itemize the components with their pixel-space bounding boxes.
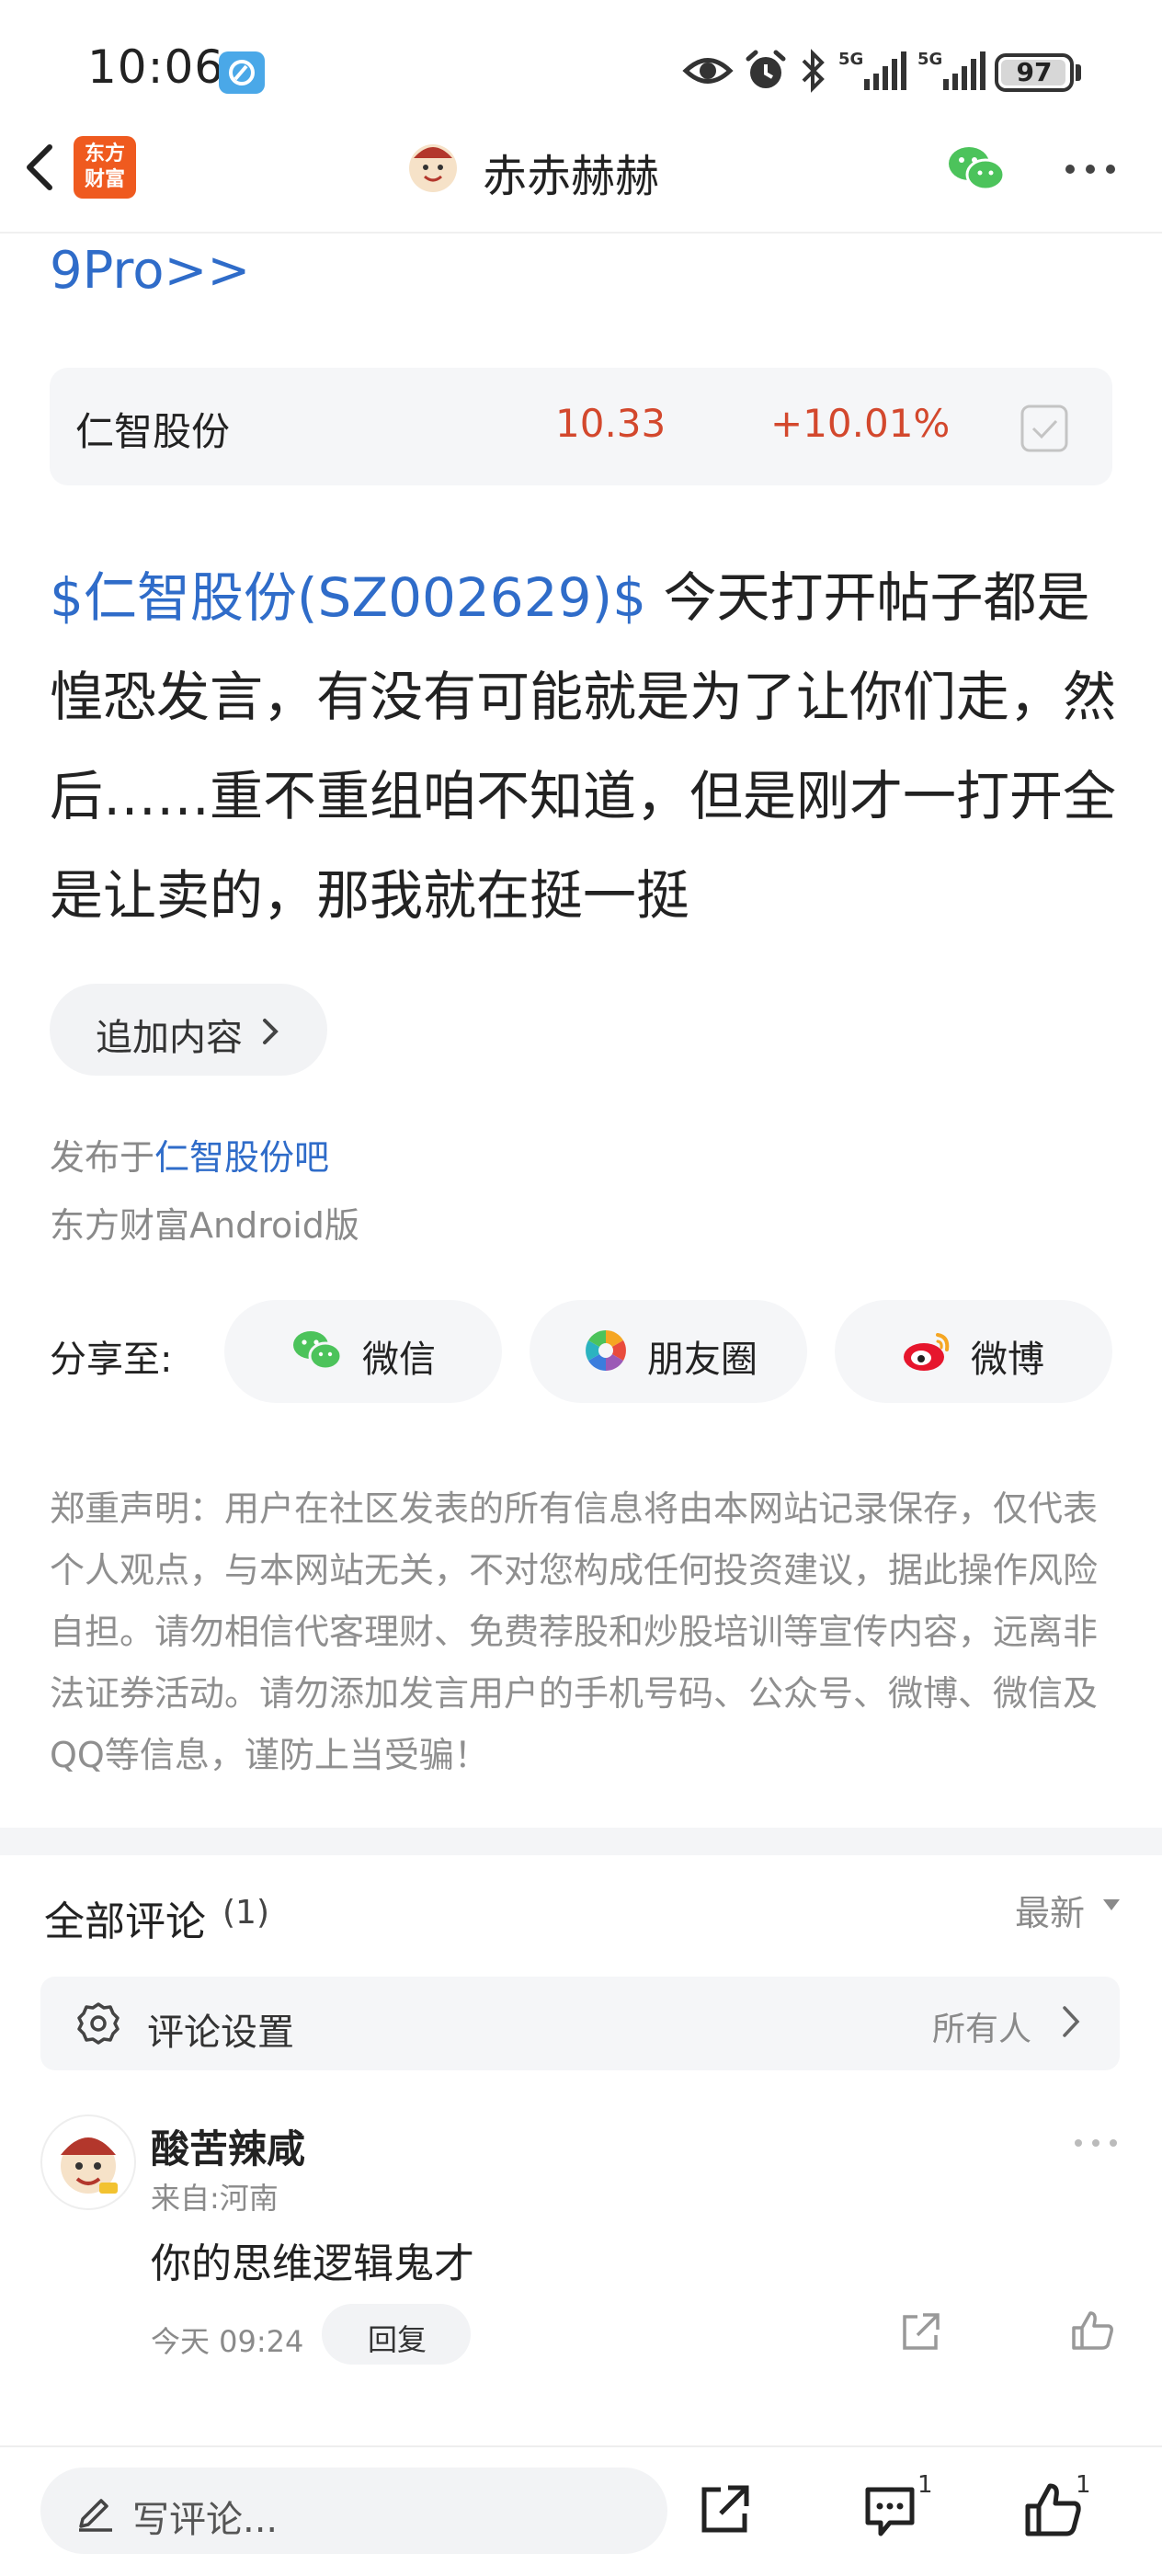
comment-icon[interactable] — [862, 2484, 917, 2539]
commenter-location: 来自:河南 — [151, 2181, 279, 2216]
stock-change: +10.01% — [770, 401, 951, 446]
battery-percent: 97 — [1016, 57, 1053, 87]
client-source: 东方财富Android版 — [50, 1205, 359, 1246]
comment-count: 1 — [917, 2471, 933, 2499]
like-icon[interactable] — [1024, 2482, 1081, 2537]
like-count: 1 — [1076, 2471, 1091, 2499]
weibo-icon — [901, 1328, 954, 1373]
author-avatar[interactable] — [404, 138, 461, 195]
post-body: $仁智股份(SZ002629)$ 今天打开帖子都是惶恐发言，有没有可能就是为了让… — [50, 548, 1125, 945]
comment-settings-label: 评论设置 — [147, 2012, 294, 2054]
share-icon[interactable] — [697, 2482, 752, 2537]
signal-5g-icon-2: 5G — [916, 48, 987, 94]
share-label: 分享至: — [50, 1339, 173, 1381]
battery-indicator: 97 — [995, 53, 1074, 92]
comment-share-icon[interactable] — [899, 2311, 941, 2354]
app-logo[interactable]: 东方 财富 — [74, 136, 136, 199]
caret-down-icon[interactable] — [1101, 1898, 1122, 1912]
sort-dropdown[interactable]: 最新 — [1015, 1885, 1085, 1935]
app-logo-line2: 财富 — [84, 168, 125, 191]
section-divider — [0, 1828, 1162, 1855]
comment-time: 今天 09:24 — [151, 2324, 304, 2359]
wechat-icon — [290, 1328, 344, 1373]
comment-text: 你的思维逻辑鬼才 — [151, 2240, 474, 2287]
commenter-avatar[interactable] — [40, 2114, 136, 2210]
watchlist-check-icon[interactable] — [1019, 403, 1070, 454]
svg-text:5G: 5G — [917, 50, 942, 69]
disclaimer: 郑重声明：用户在社区发表的所有信息将由本网站记录保存，仅代表个人观点，与本网站无… — [50, 1488, 1099, 1775]
published-in: 发布于仁智股份吧 — [50, 1129, 329, 1180]
comment-more-icon[interactable] — [1074, 2138, 1118, 2148]
eye-icon — [682, 48, 734, 94]
more-icon[interactable] — [1065, 164, 1116, 175]
wechat-share-icon[interactable] — [945, 143, 1008, 195]
bluetooth-icon — [798, 48, 829, 94]
gear-icon — [75, 2000, 121, 2046]
write-comment-placeholder: 写评论... — [132, 2499, 279, 2541]
back-icon[interactable] — [17, 138, 63, 197]
alarm-icon — [743, 48, 789, 94]
status-time: 10:06 — [87, 40, 225, 94]
reply-label: 回复 — [368, 2322, 427, 2357]
published-bar-link[interactable]: 仁智股份吧 — [154, 1137, 329, 1178]
comments-count: (1) — [222, 1894, 269, 1932]
svg-text:5G: 5G — [838, 50, 863, 69]
share-moments-label: 朋友圈 — [647, 1339, 758, 1381]
post-stock-link[interactable]: $仁智股份(SZ002629)$ — [50, 566, 646, 629]
comment-settings-value: 所有人 — [932, 2011, 1032, 2048]
app-logo-line1: 东方 — [84, 142, 125, 165]
signal-5g-icon: 5G — [837, 48, 908, 94]
stock-name: 仁智股份 — [75, 409, 231, 454]
comments-title: 全部评论 — [44, 1898, 206, 1945]
append-content-label: 追加内容 — [96, 1017, 243, 1059]
share-wechat-label: 微信 — [362, 1339, 436, 1381]
published-prefix: 发布于 — [50, 1137, 155, 1178]
comment-like-icon[interactable] — [1070, 2309, 1114, 2352]
battery-tip — [1076, 64, 1081, 81]
notification-app-icon — [219, 51, 265, 94]
moments-icon — [583, 1328, 629, 1373]
chevron-right-icon — [1059, 2002, 1083, 2041]
share-weibo-label: 微博 — [971, 1339, 1044, 1381]
chevron-right-icon — [259, 1013, 281, 1050]
stock-price: 10.33 — [555, 401, 666, 446]
pencil-icon — [75, 2490, 116, 2532]
nav-title: 赤赤赫赫 — [483, 151, 660, 202]
article-link-tail[interactable]: 9Pro>> — [50, 241, 250, 301]
commenter-name[interactable]: 酸苦辣咸 — [151, 2118, 305, 2174]
